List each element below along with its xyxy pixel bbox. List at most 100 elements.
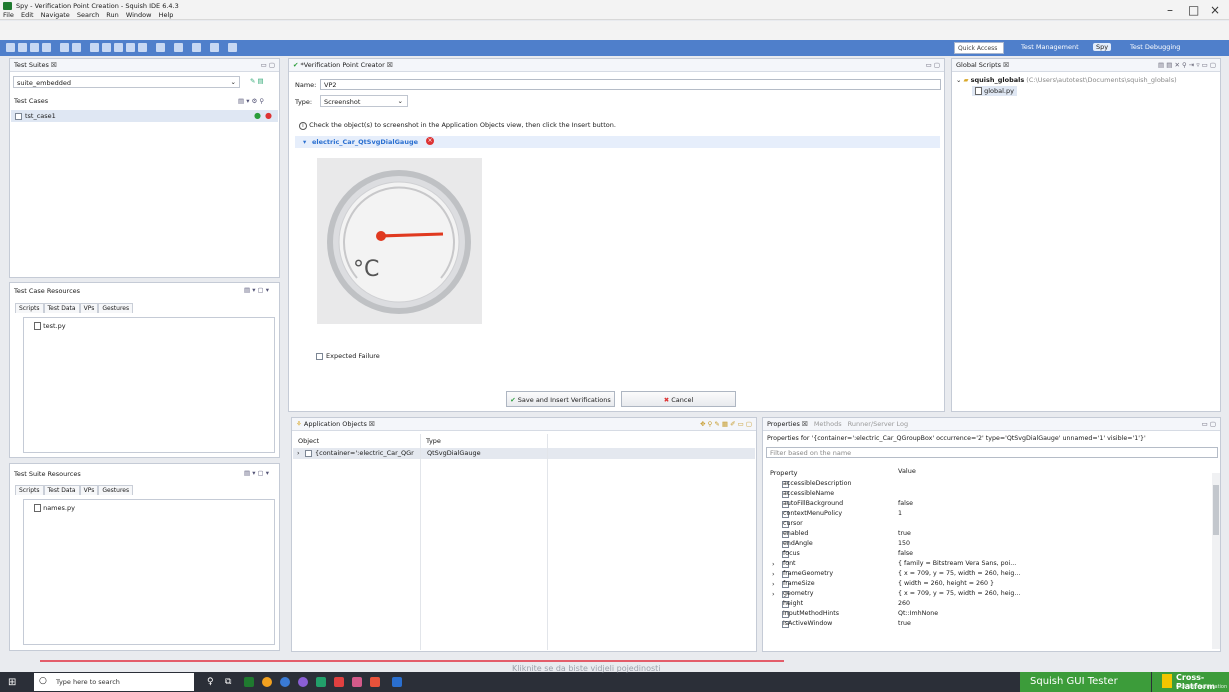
run-test-icon[interactable]: ● (254, 111, 261, 120)
nav-icon[interactable] (228, 43, 237, 52)
tab-vps[interactable]: VPs (79, 485, 99, 495)
debug-icon[interactable] (156, 43, 165, 52)
property-name[interactable]: frameSize (783, 580, 815, 587)
table-row[interactable]: › {container=':electric_Car_QGr QtSvgDia… (293, 448, 755, 459)
spy-icon[interactable] (138, 43, 147, 52)
property-name[interactable]: cursor (783, 520, 803, 527)
new-suite-icon[interactable]: ✎ ▤ (250, 77, 264, 85)
suite-resources-toolbar-icons[interactable]: ▤ ▾ ▢ ▾ (244, 469, 269, 477)
menu-help[interactable]: Help (159, 11, 174, 19)
properties-scrollbar[interactable] (1212, 473, 1220, 649)
app-taskbar-icon[interactable] (298, 677, 308, 687)
task-view-icon[interactable]: ⧉ (225, 677, 231, 687)
property-name[interactable]: endAngle (783, 540, 813, 547)
tab-test-data[interactable]: Test Data (43, 485, 80, 495)
history-icon[interactable] (210, 43, 219, 52)
tab-vps[interactable]: VPs (79, 303, 99, 313)
property-name[interactable]: frameGeometry (783, 570, 833, 577)
test-case-row[interactable]: tst_case1 ● ● (11, 110, 278, 122)
cut-icon[interactable] (60, 43, 69, 52)
minimize-button[interactable]: – (1167, 3, 1173, 17)
chevron-right-icon[interactable]: › (772, 570, 775, 578)
tab-runner-log[interactable]: Runner/Server Log (848, 420, 908, 428)
app5-taskbar-icon[interactable] (370, 677, 380, 687)
vp-name-input[interactable]: VP2 (320, 79, 941, 90)
scrollbar-thumb[interactable] (1213, 485, 1219, 535)
open-icon[interactable] (18, 43, 27, 52)
app2-taskbar-icon[interactable] (316, 677, 326, 687)
pause-icon[interactable] (114, 43, 123, 52)
menu-window[interactable]: Window (126, 11, 152, 19)
menu-navigate[interactable]: Navigate (41, 11, 70, 19)
squish-taskbar-icon[interactable] (244, 677, 254, 687)
tab-gestures[interactable]: Gestures (98, 485, 134, 495)
perspective-test-management[interactable]: Test Management (1021, 43, 1079, 51)
property-name[interactable]: focus (783, 550, 800, 557)
resources-toolbar-icons[interactable]: ▤ ▾ ▢ ▾ (244, 286, 269, 294)
menu-run[interactable]: Run (106, 11, 118, 19)
forward-icon[interactable] (192, 43, 201, 52)
object-header-row[interactable]: ▾ electric_Car_QtSvgDialGauge × (295, 136, 940, 148)
property-name[interactable]: height (783, 600, 803, 607)
chevron-right-icon[interactable]: › (772, 560, 775, 568)
vp-type-select[interactable]: Screenshot ⌄ (320, 95, 408, 107)
test-case-checkbox[interactable] (15, 112, 22, 120)
property-column-header[interactable]: Property (770, 469, 798, 477)
quick-access-input[interactable]: Quick Access (954, 42, 1004, 54)
property-name[interactable]: contextMenuPolicy (783, 510, 842, 517)
minimize-panel-icon[interactable]: ▭ ▢ (926, 61, 940, 69)
cancel-button[interactable]: ✖ Cancel (621, 391, 736, 407)
save-all-icon[interactable] (42, 43, 51, 52)
property-name[interactable]: accessibleDescription (783, 480, 851, 487)
taskbar-search-box[interactable]: ○ Type here to search (34, 673, 194, 691)
minimize-panel-icon[interactable]: ▭ ▢ (1202, 420, 1216, 428)
save-insert-button[interactable]: ✔ Save and Insert Verifications (506, 391, 615, 407)
maximize-button[interactable]: □ (1188, 3, 1199, 17)
chrome-taskbar-icon[interactable] (262, 677, 272, 687)
property-name[interactable]: enabled (783, 530, 808, 537)
tab-scripts[interactable]: Scripts (15, 485, 44, 495)
tab-test-data[interactable]: Test Data (43, 303, 80, 313)
property-name[interactable]: isActiveWindow (783, 620, 832, 627)
vp-creator-title[interactable]: *Verification Point Creator ☒ (301, 61, 393, 69)
step-icon[interactable] (126, 43, 135, 52)
type-column-header[interactable]: Type (426, 437, 441, 445)
globals-folder-row[interactable]: ⌄ ▰ squish_globals (C:\Users\autotest\Do… (956, 76, 1177, 84)
remove-object-icon[interactable]: × (426, 137, 434, 145)
record-icon[interactable] (102, 43, 111, 52)
edge-taskbar-icon[interactable] (280, 677, 290, 687)
list-item[interactable]: names.py (34, 504, 75, 512)
microphone-icon[interactable]: ♀ (207, 677, 214, 687)
tab-gestures[interactable]: Gestures (98, 303, 134, 313)
app-objects-toolbar-icons[interactable]: ✥ ⚲ ✎ ▦ ✐ ▭ ▢ (700, 420, 752, 428)
chevron-right-icon[interactable]: › (772, 580, 775, 588)
chevron-right-icon[interactable]: › (772, 590, 775, 598)
new-icon[interactable] (6, 43, 15, 52)
run-icon[interactable] (90, 43, 99, 52)
menu-edit[interactable]: Edit (21, 11, 34, 19)
minimize-panel-icon[interactable]: ▭ ▢ (261, 61, 275, 69)
windows-start-icon[interactable]: ⊞ (8, 677, 16, 688)
tab-properties[interactable]: Properties ☒ (767, 420, 808, 428)
menu-file[interactable]: File (3, 11, 14, 19)
tab-scripts[interactable]: Scripts (15, 303, 44, 313)
tab-methods[interactable]: Methods (814, 420, 842, 428)
close-button[interactable]: × (1210, 3, 1220, 17)
suite-select[interactable]: suite_embedded ⌄ (13, 76, 240, 88)
value-column-header[interactable]: Value (898, 467, 916, 475)
app3-taskbar-icon[interactable] (334, 677, 344, 687)
properties-filter-input[interactable]: Filter based on the name (766, 447, 1218, 458)
list-item[interactable]: test.py (34, 322, 66, 330)
app4-taskbar-icon[interactable] (352, 677, 362, 687)
expected-failure-checkbox[interactable] (316, 352, 323, 360)
object-column-header[interactable]: Object (298, 437, 319, 445)
test-case-toolbar-icons[interactable]: ▤ ▾ ⚙ ⚲ (238, 97, 264, 105)
chevron-right-icon[interactable]: › (297, 449, 300, 457)
menu-search[interactable]: Search (77, 11, 99, 19)
chevron-down-icon[interactable]: ▾ (303, 138, 306, 146)
property-name[interactable]: geometry (783, 590, 814, 597)
global-file-item[interactable]: global.py (972, 86, 1017, 96)
property-name[interactable]: accessibleName (783, 490, 834, 497)
save-icon[interactable] (30, 43, 39, 52)
object-checkbox[interactable] (305, 449, 312, 457)
